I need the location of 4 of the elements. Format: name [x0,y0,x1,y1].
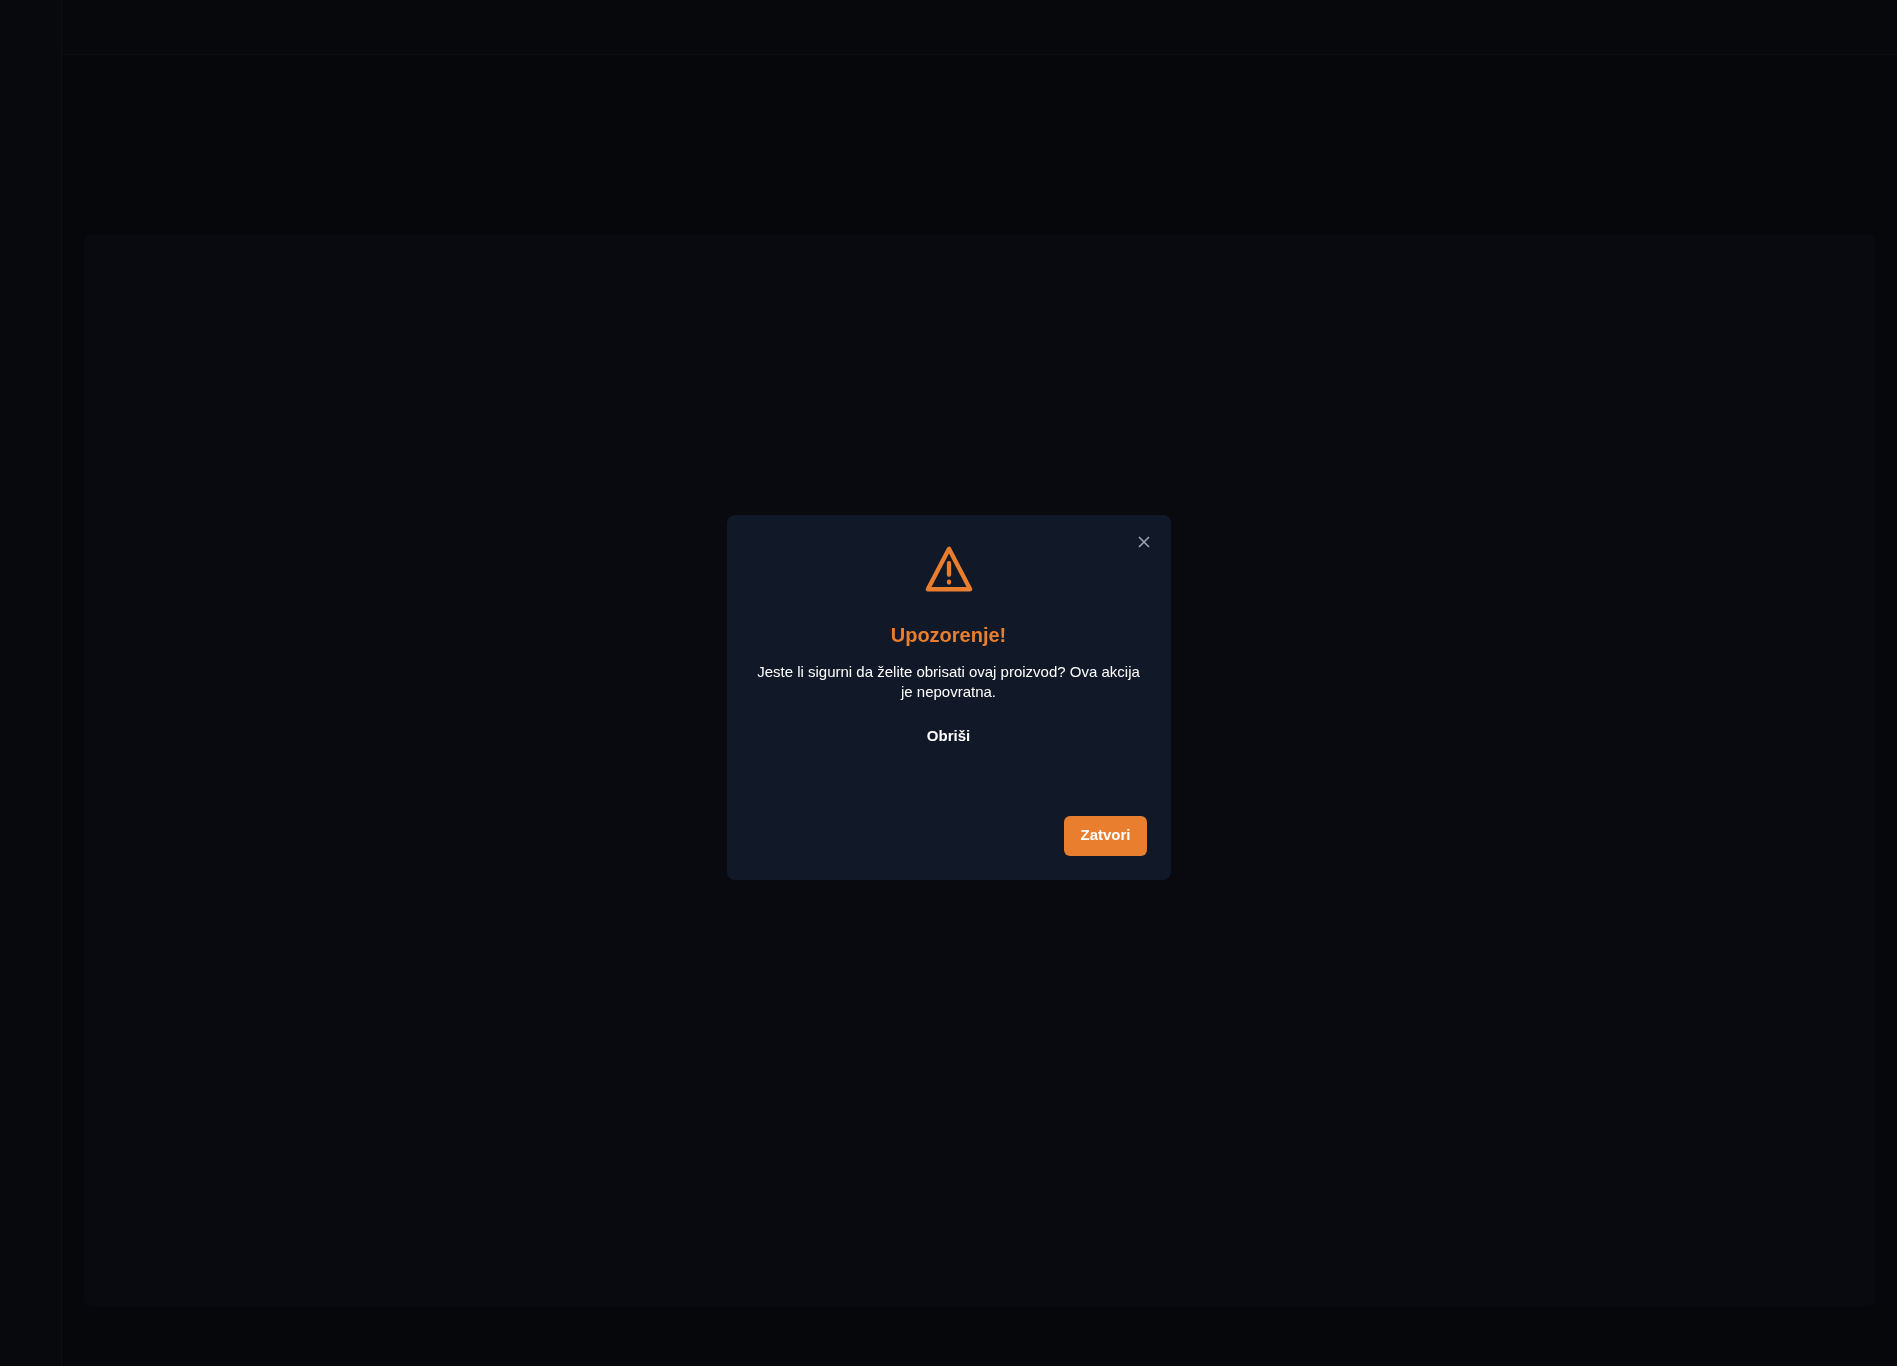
close-icon[interactable] [1136,534,1151,549]
delete-button[interactable]: Obriši [926,724,971,747]
dialog-title: Upozorenje! [890,622,1007,648]
dialog-message: Jeste li sigurni da želite obrisati ovaj proizvod? Ova akcija je nepovratna. [756,661,1141,702]
